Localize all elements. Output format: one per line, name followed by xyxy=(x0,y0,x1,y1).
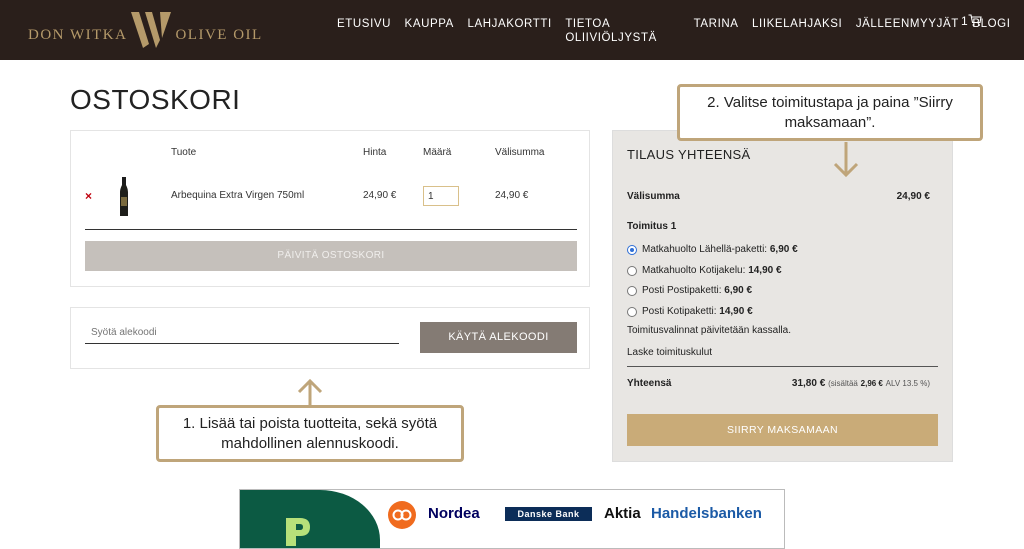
col-header-price: Hinta xyxy=(363,147,387,158)
nav-item-etusivu[interactable]: ETUSIVU xyxy=(337,17,391,45)
bank-danske: Danske Bank xyxy=(505,507,592,521)
shipping-option-matkahuolto-koti[interactable]: Matkahuolto Kotijakelu: 14,90 € xyxy=(627,265,782,276)
col-header-qty: Määrä xyxy=(423,147,452,158)
tax-prefix: (sisältää xyxy=(828,379,858,388)
brand-monogram-icon xyxy=(131,12,172,48)
shipping-option-price: 14,90 € xyxy=(748,265,782,276)
divider xyxy=(85,229,577,230)
nav-item-jalleenmyyjat[interactable]: JÄLLEENMYYJÄT xyxy=(856,17,959,45)
nav-item-liikelahjaksi[interactable]: LIIKELAHJAKSI xyxy=(752,17,842,45)
col-header-product: Tuote xyxy=(171,147,197,158)
total-value: 31,80 € xyxy=(791,378,826,389)
subtotal-label: Välisumma xyxy=(627,191,680,202)
nav-item-tietoa[interactable]: TIETOA OLIIVIÖLJYSTÄ xyxy=(565,17,680,45)
paytrail-panel xyxy=(240,490,380,548)
col-header-subtotal: Välisumma xyxy=(495,147,545,158)
shipping-option-price: 6,90 € xyxy=(769,244,798,255)
product-price: 24,90 € xyxy=(363,190,397,201)
divider xyxy=(627,366,938,367)
cart-icon xyxy=(968,14,982,26)
brand-name-right: OLIVE OIL xyxy=(175,26,263,43)
bank-handelsbanken: Handelsbanken xyxy=(651,505,762,522)
shipping-option-posti-posti[interactable]: Posti Postipaketti: 6,90 € xyxy=(627,285,752,296)
shipping-option-label: Posti Kotipaketti: xyxy=(642,306,717,317)
tax-value: 2,96 € xyxy=(860,379,883,388)
brand-logo[interactable]: DON WITKA OLIVE OIL xyxy=(28,8,263,52)
total-label: Yhteensä xyxy=(627,378,672,389)
radio-button[interactable] xyxy=(627,265,637,276)
bank-aktia: Aktia xyxy=(604,505,641,522)
shipping-option-price: 6,90 € xyxy=(724,285,753,296)
shipping-option-label: Matkahuolto Lähellä-paketti: xyxy=(642,244,768,255)
payment-methods-banner: Nordea Danske Bank Aktia Handelsbanken xyxy=(239,489,785,549)
total-value-group: 31,80 € (sisältää 2,96 € ALV 13.5 %) xyxy=(792,378,930,389)
nav-item-kauppa[interactable]: KAUPPA xyxy=(405,17,454,45)
quantity-input[interactable] xyxy=(423,186,459,206)
arrow-up-icon xyxy=(297,378,323,406)
site-header: DON WITKA OLIVE OIL ETUSIVU KAUPPA LAHJA… xyxy=(0,0,1024,60)
shipping-option-label: Posti Postipaketti: xyxy=(642,285,722,296)
order-totals: TILAUS YHTEENSÄ Välisumma 24,90 € Toimit… xyxy=(612,130,953,462)
product-thumbnail[interactable] xyxy=(117,177,131,217)
cart-table: Tuote Hinta Määrä Välisumma × Arbequina … xyxy=(70,130,590,287)
radio-button[interactable] xyxy=(627,285,637,296)
coupon-section: KÄYTÄ ALEKOODI xyxy=(70,307,590,369)
radio-button[interactable] xyxy=(627,306,637,317)
bank-nordea: Nordea xyxy=(428,505,480,522)
arrow-down-icon xyxy=(833,142,859,178)
nav-item-lahjakortti[interactable]: LAHJAKORTTI xyxy=(467,17,551,45)
brand-name-left: DON WITKA xyxy=(28,26,128,43)
checkout-button[interactable]: SIIRRY MAKSAMAAN xyxy=(627,414,938,446)
subtotal-value: 24,90 € xyxy=(896,191,930,202)
op-logo-icon xyxy=(388,501,416,529)
tax-suffix: ALV 13.5 %) xyxy=(885,379,930,388)
radio-button[interactable] xyxy=(627,244,637,255)
coupon-input[interactable] xyxy=(85,322,399,344)
product-name-link[interactable]: Arbequina Extra Virgen 750ml xyxy=(171,190,304,201)
shipping-label: Toimitus 1 xyxy=(627,221,677,232)
shipping-option-label: Matkahuolto Kotijakelu: xyxy=(642,265,746,276)
paytrail-logo-icon xyxy=(286,518,310,546)
shipping-option-posti-koti[interactable]: Posti Kotipaketti: 14,90 € xyxy=(627,306,753,317)
update-cart-button[interactable]: PÄIVITÄ OSTOSKORI xyxy=(85,241,577,271)
callout-step-1: 1. Lisää tai poista tuotteita, sekä syöt… xyxy=(156,405,464,462)
product-subtotal: 24,90 € xyxy=(495,190,529,201)
main-nav: ETUSIVU KAUPPA LAHJAKORTTI TIETOA OLIIVI… xyxy=(337,17,1024,45)
totals-title: TILAUS YHTEENSÄ xyxy=(627,147,751,162)
remove-item-button[interactable]: × xyxy=(85,189,92,203)
callout-step-2: 2. Valitse toimitustapa ja paina ”Siirry… xyxy=(677,84,983,141)
shipping-option-price: 14,90 € xyxy=(719,306,753,317)
apply-coupon-button[interactable]: KÄYTÄ ALEKOODI xyxy=(420,322,577,353)
nav-item-tarina[interactable]: TARINA xyxy=(694,17,739,45)
cart-link[interactable]: 1 xyxy=(961,14,982,28)
shipping-note: Toimitusvalinnat päivitetään kassalla. xyxy=(627,325,791,336)
page-title: OSTOSKORI xyxy=(70,84,241,115)
calc-shipping-link[interactable]: Laske toimituskulut xyxy=(627,347,712,358)
shipping-option-matkahuolto-lahella[interactable]: Matkahuolto Lähellä-paketti: 6,90 € xyxy=(627,244,798,255)
cart-count: 1 xyxy=(961,14,968,28)
